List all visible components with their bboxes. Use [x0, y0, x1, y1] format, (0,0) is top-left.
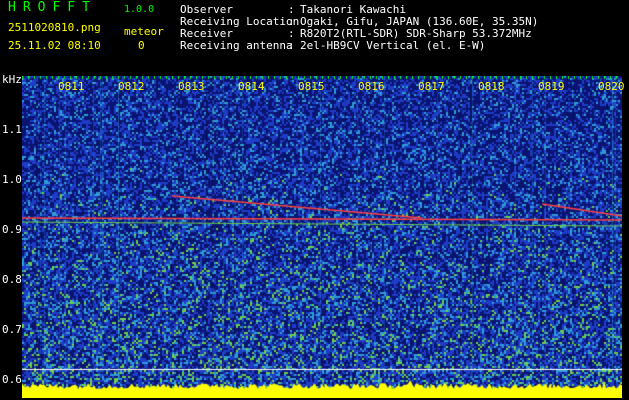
y-tick-label: 0.9	[2, 223, 22, 236]
x-tick-label: 0820	[598, 80, 625, 93]
y-tick-label: 0.6	[2, 373, 22, 386]
frequency-unit-label: kHz	[2, 73, 22, 86]
spectrogram-canvas[interactable]	[22, 76, 622, 398]
x-tick-label: 0819	[538, 80, 565, 93]
antenna-value: 2el-HB9CV Vertical (el. E-W)	[300, 39, 486, 52]
y-tick-label: 0.8	[2, 273, 22, 286]
x-tick-label: 0814	[238, 80, 265, 93]
y-tick-label: 1.1	[2, 123, 22, 136]
x-tick-label: 0813	[178, 80, 205, 93]
x-tick-label: 0812	[118, 80, 145, 93]
separator: :	[288, 39, 295, 52]
x-tick-label: 0816	[358, 80, 385, 93]
x-tick-label: 0815	[298, 80, 325, 93]
file-name: 2511020810.png	[8, 21, 101, 34]
date-time: 25.11.02 08:10	[8, 39, 101, 52]
app-title: HROFFT	[8, 0, 97, 15]
app-version: 1.0.0	[124, 4, 155, 15]
x-tick-label: 0817	[418, 80, 445, 93]
meteor-label: meteor	[124, 25, 164, 38]
x-tick-label: 0811	[58, 80, 85, 93]
y-tick-label: 0.7	[2, 323, 22, 336]
antenna-label: Receiving antenna	[180, 39, 293, 52]
meteor-count: 0	[138, 39, 145, 52]
y-tick-label: 1.0	[2, 173, 22, 186]
x-tick-label: 0818	[478, 80, 505, 93]
